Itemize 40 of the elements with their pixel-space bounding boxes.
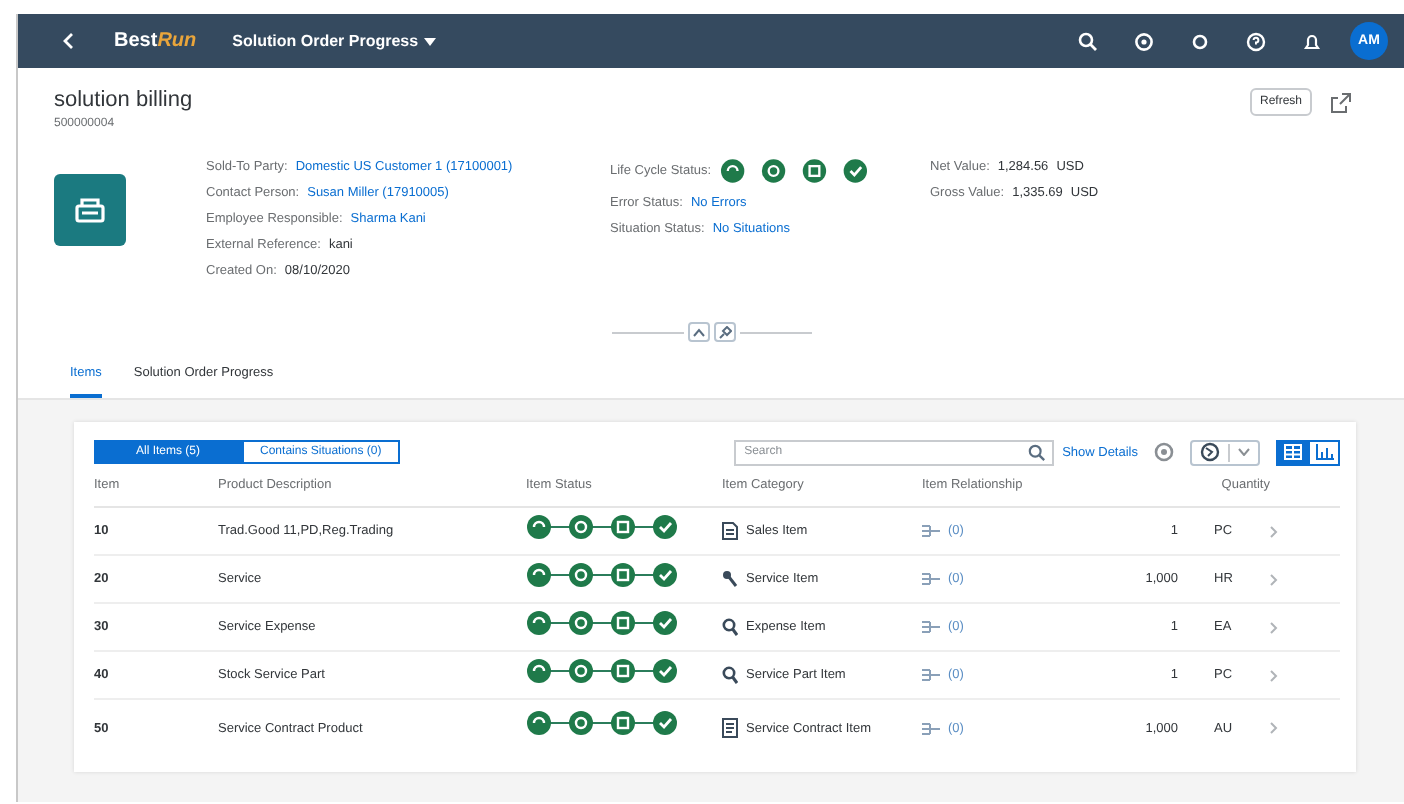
back-icon	[62, 32, 74, 50]
hierarchy-icon	[922, 524, 940, 538]
hierarchy-icon	[922, 668, 940, 682]
chevron-up-icon	[691, 327, 705, 337]
contract-icon	[722, 718, 738, 738]
search-icon[interactable]	[1078, 31, 1098, 51]
chevron-right-icon	[1270, 722, 1278, 734]
object-title: solution billing	[54, 88, 193, 112]
magnifier-icon	[722, 618, 738, 636]
bar-chart-icon	[1315, 444, 1333, 460]
view-toggle-button[interactable]	[1276, 439, 1308, 465]
back-button[interactable]	[58, 28, 78, 54]
pin-icon	[717, 325, 731, 339]
chevron-right-icon	[1270, 525, 1278, 537]
status-chain-icon	[526, 513, 678, 539]
hierarchy-icon	[922, 721, 940, 735]
bell-icon[interactable]	[1302, 31, 1322, 51]
help-icon[interactable]	[1246, 31, 1266, 51]
collapse-button[interactable]	[687, 322, 709, 342]
status-chain-icon	[526, 609, 678, 635]
logo: BestRun	[114, 30, 197, 52]
share-icon[interactable]	[1330, 91, 1352, 113]
hierarchy-icon	[922, 572, 940, 586]
status-chain-icon	[719, 158, 868, 184]
export-menu-button[interactable]	[1190, 439, 1260, 465]
status-chain-icon	[526, 657, 678, 683]
pin-button[interactable]	[713, 322, 735, 342]
document-icon	[722, 522, 738, 540]
chevron-right-icon	[1270, 573, 1278, 585]
status-chain-icon	[526, 710, 678, 736]
app-title-menu[interactable]: Solution Order Progress	[232, 32, 437, 50]
view-toggle-button[interactable]	[1308, 439, 1340, 465]
chevron-right-icon	[1270, 621, 1278, 633]
caret-icon	[1238, 448, 1250, 456]
caret-icon	[424, 37, 437, 45]
chevron-right-icon	[1270, 669, 1278, 681]
status-chain-icon	[526, 561, 678, 587]
hierarchy-icon	[922, 620, 940, 634]
table-icon	[1283, 444, 1301, 460]
magnifier-icon	[722, 666, 738, 684]
